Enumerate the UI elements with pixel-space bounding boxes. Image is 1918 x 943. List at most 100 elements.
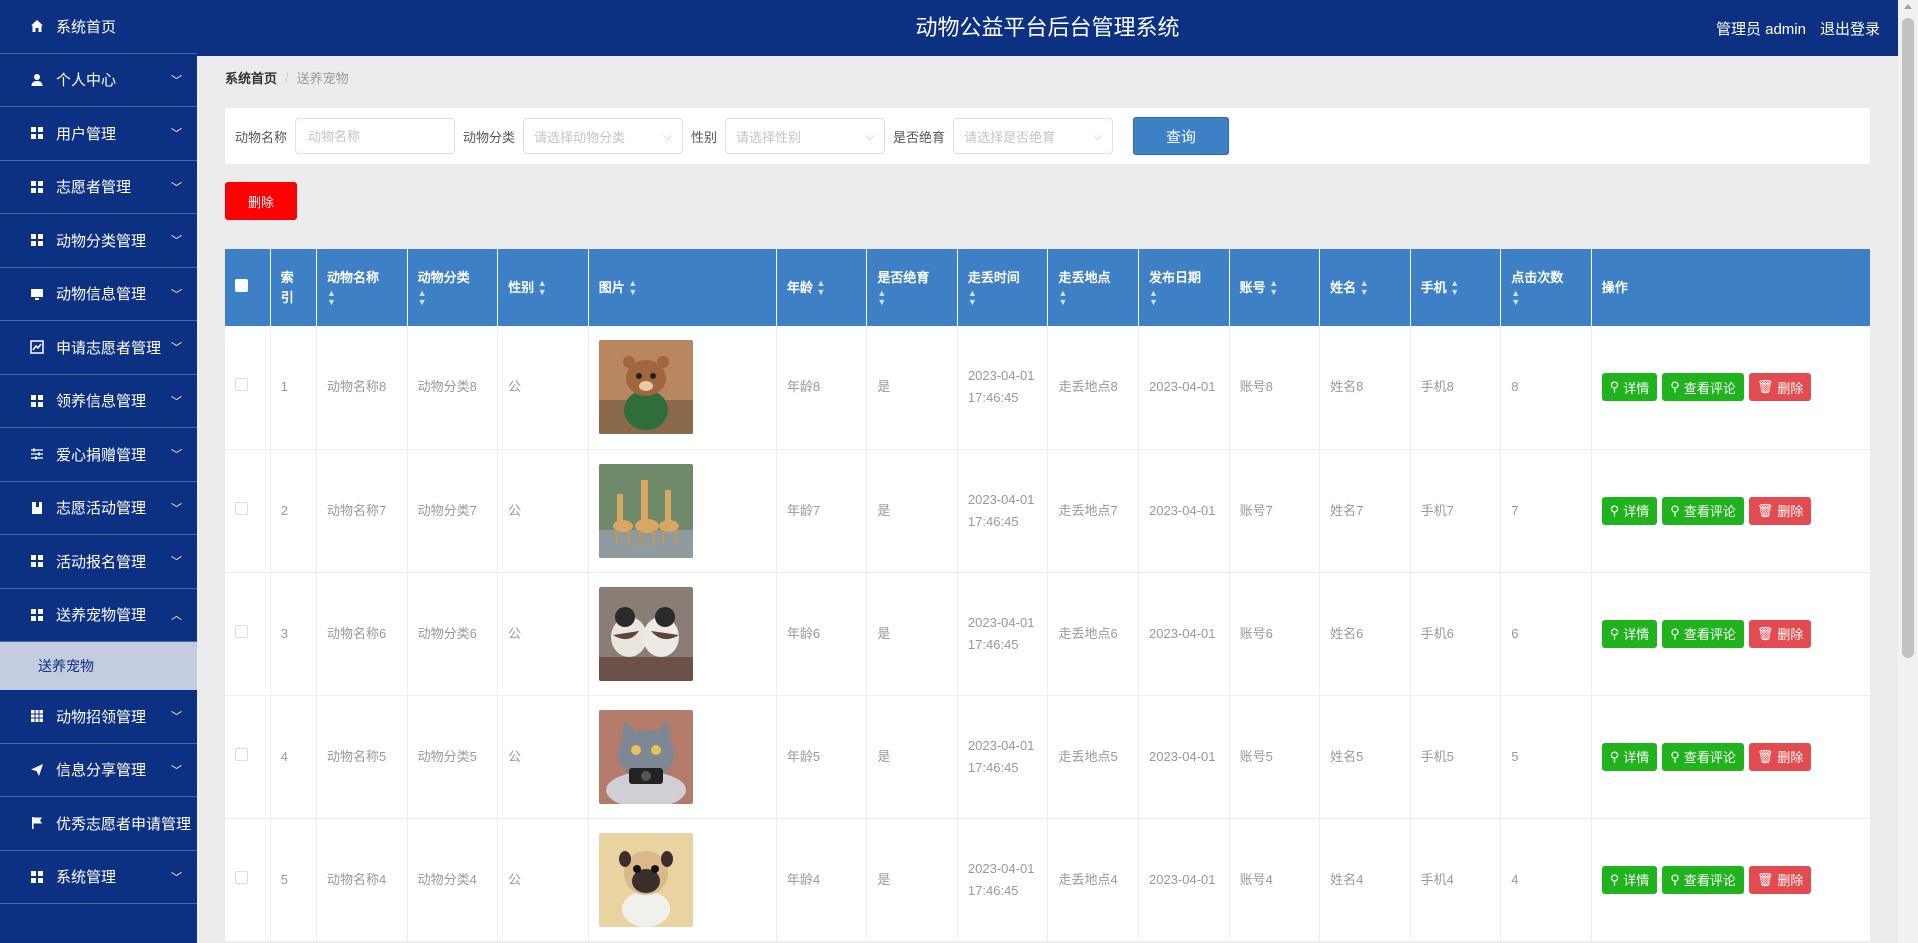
row-checkbox[interactable] — [235, 870, 248, 884]
sidebar-item-8[interactable]: 爱心捐赠管理 ﹀ — [0, 428, 197, 482]
logout-link[interactable]: 退出登录 — [1820, 18, 1880, 39]
sort-icon[interactable]: ▲ ▼ — [968, 289, 977, 307]
detail-button[interactable]: ⚲ 详情 — [1601, 742, 1658, 771]
sidebar-item-7[interactable]: 领养信息管理 ﹀ — [0, 375, 197, 428]
sort-icon[interactable]: ▲ ▼ — [816, 279, 825, 297]
cell-lost-time: 2023-04-01 17:46:45 — [957, 572, 1049, 696]
sort-icon[interactable]: ▲ ▼ — [1450, 279, 1459, 297]
table-icon — [30, 709, 44, 723]
view-comments-button[interactable]: ⚲ 查看评论 — [1662, 619, 1744, 648]
sidebar-item-13[interactable]: 信息分享管理 ﹀ — [0, 744, 197, 797]
cell-account: 账号6 — [1229, 572, 1321, 696]
sort-icon[interactable]: ▲ ▼ — [1269, 279, 1278, 297]
main-content: 系统首页 / 送养宠物 动物名称 动物分类 请选择动物分类 ⌵ 性别 请选择性别… — [197, 56, 1898, 943]
sterilized-filter-placeholder: 请选择是否绝育 — [964, 129, 1056, 145]
row-checkbox[interactable] — [235, 747, 248, 761]
user-icon — [30, 73, 44, 87]
detail-button[interactable]: ⚲ 详情 — [1601, 373, 1658, 402]
search-icon: ⚲ — [1609, 502, 1620, 518]
row-checkbox[interactable] — [235, 501, 248, 515]
view-comments-button[interactable]: ⚲ 查看评论 — [1662, 373, 1744, 402]
view-comments-button[interactable]: ⚲ 查看评论 — [1662, 496, 1744, 525]
table-row[interactable]: 5 动物名称4 动物分类4 公 年龄4 是 2023-04-01 17:46:45 走丢地点4… — [225, 818, 1870, 942]
col-name[interactable]: 动物名称 ▲ ▼ — [316, 249, 408, 326]
col-clicks[interactable]: 点击次数 ▲ ▼ — [1500, 249, 1592, 326]
col-category[interactable]: 动物分类 ▲ ▼ — [407, 249, 499, 326]
sort-icon[interactable]: ▲ ▼ — [418, 289, 427, 307]
sidebar-item-10[interactable]: 活动报名管理 ﹀ — [0, 535, 197, 589]
col-sterilized[interactable]: 是否绝育 ▲ ▼ — [866, 249, 958, 326]
col-gender[interactable]: 性别 ▲ ▼ — [497, 249, 589, 326]
sterilized-filter-select[interactable]: 请选择是否绝育 ⌵ — [953, 118, 1114, 154]
col-lost-place-label: 走丢地点 — [1058, 269, 1111, 285]
sidebar-item-3[interactable]: 志愿者管理 ﹀ — [0, 161, 197, 214]
col-age[interactable]: 年龄 ▲ ▼ — [776, 249, 868, 326]
row-delete-label: 删除 — [1777, 627, 1804, 642]
col-publish-date[interactable]: 发布日期 ▲ ▼ — [1138, 249, 1230, 326]
sidebar-item-12[interactable]: 动物招领管理 ﹀ — [0, 690, 197, 744]
view-comments-button[interactable]: ⚲ 查看评论 — [1662, 865, 1744, 894]
grid-icon — [30, 180, 44, 194]
row-checkbox-cell — [225, 572, 271, 696]
table-row[interactable]: 1 动物名称8 动物分类8 公 年龄8 是 2023-04-01 17:46:45 走丢地点8… — [225, 326, 1870, 450]
sidebar-item-5[interactable]: 动物信息管理 ﹀ — [0, 268, 197, 321]
sidebar-item-11[interactable]: 送养宠物管理 ︿ — [0, 589, 197, 642]
row-delete-button[interactable]: 🗑 删除 — [1748, 742, 1812, 771]
col-phone-label: 手机 — [1420, 279, 1447, 295]
search-icon: ⚲ — [1670, 379, 1680, 395]
submenu-item-adopt-pets[interactable]: 送养宠物 — [0, 642, 197, 690]
col-lost-time[interactable]: 走丢时间 ▲ ▼ — [957, 249, 1049, 326]
sort-icon[interactable]: ▲ ▼ — [538, 279, 547, 297]
trash-icon: 🗑 — [1756, 748, 1774, 764]
col-account[interactable]: 账号 ▲ ▼ — [1229, 249, 1321, 326]
name-filter-input[interactable] — [295, 118, 456, 154]
row-delete-button[interactable]: 🗑 删除 — [1748, 496, 1812, 525]
table-row[interactable]: 2 动物名称7 动物分类7 公 年龄7 是 2023-04-01 17:46:45 走丢地点7… — [225, 449, 1870, 573]
row-checkbox[interactable] — [235, 624, 248, 638]
table-row[interactable]: 3 动物名称6 动物分类6 公 年龄6 是 2023-04-01 17:46:45 走丢地点6… — [225, 572, 1870, 696]
detail-button[interactable]: ⚲ 详情 — [1601, 865, 1658, 894]
category-filter-placeholder: 请选择动物分类 — [534, 129, 626, 145]
detail-button[interactable]: ⚲ 详情 — [1601, 496, 1658, 525]
gender-filter-select[interactable]: 请选择性别 ⌵ — [725, 118, 886, 154]
sort-icon[interactable]: ▲ ▼ — [628, 279, 637, 297]
col-phone[interactable]: 手机 ▲ ▼ — [1410, 249, 1502, 326]
sidebar-item-6[interactable]: 申请志愿者管理 ﹀ — [0, 321, 197, 375]
sidebar-item-9[interactable]: 志愿活动管理 ﹀ — [0, 482, 197, 535]
chevron-down-icon: ﹀ — [171, 342, 182, 355]
view-comments-button[interactable]: ⚲ 查看评论 — [1662, 742, 1744, 771]
batch-delete-button[interactable]: 删除 — [225, 182, 297, 220]
table-row[interactable]: 4 动物名称5 动物分类5 公 年龄5 是 2023-04-01 17:46:45 走丢地点5… — [225, 695, 1870, 819]
row-delete-button[interactable]: 🗑 删除 — [1748, 619, 1812, 648]
detail-button[interactable]: ⚲ 详情 — [1601, 619, 1658, 648]
sidebar-item-2[interactable]: 用户管理 ﹀ — [0, 107, 197, 161]
row-checkbox[interactable] — [235, 378, 248, 392]
row-delete-button[interactable]: 🗑 删除 — [1748, 373, 1812, 402]
sort-icon[interactable]: ▲ ▼ — [877, 289, 886, 307]
col-image[interactable]: 图片 ▲ ▼ — [588, 249, 777, 326]
sidebar-item-1[interactable]: 个人中心 ﹀ — [0, 54, 197, 107]
row-delete-button[interactable]: 🗑 删除 — [1748, 865, 1812, 894]
sidebar-item-4[interactable]: 动物分类管理 ﹀ — [0, 214, 197, 268]
sort-icon[interactable]: ▲ ▼ — [1360, 279, 1369, 297]
sidebar-item-0[interactable]: 系统首页 — [0, 0, 197, 54]
sort-icon[interactable]: ▲ ▼ — [1058, 289, 1067, 307]
select-all-header[interactable] — [225, 249, 271, 326]
scroll-up-icon[interactable] — [1904, 4, 1912, 9]
select-all-checkbox[interactable] — [235, 278, 248, 292]
sort-icon[interactable]: ▲ ▼ — [1149, 289, 1158, 307]
vertical-scrollbar[interactable] — [1898, 0, 1918, 943]
cell-person: 姓名6 — [1319, 572, 1411, 696]
category-filter-select[interactable]: 请选择动物分类 ⌵ — [523, 118, 684, 154]
col-lost-place[interactable]: 走丢地点 ▲ ▼ — [1047, 249, 1140, 326]
sidebar-item-14[interactable]: 优秀志愿者申请管理 — [0, 797, 197, 851]
scrollbar-thumb[interactable] — [1902, 18, 1914, 658]
col-person[interactable]: 姓名 ▲ ▼ — [1319, 249, 1411, 326]
sort-icon[interactable]: ▲ ▼ — [1511, 289, 1520, 307]
cell-name: 动物名称8 — [316, 326, 408, 450]
sort-icon[interactable]: ▲ ▼ — [327, 289, 336, 307]
query-button[interactable]: 查询 — [1133, 117, 1230, 155]
breadcrumb-home[interactable]: 系统首页 — [225, 68, 277, 87]
sidebar-item-15[interactable]: 系统管理 ﹀ — [0, 851, 197, 904]
sidebar-item-label: 申请志愿者管理 — [56, 339, 162, 357]
